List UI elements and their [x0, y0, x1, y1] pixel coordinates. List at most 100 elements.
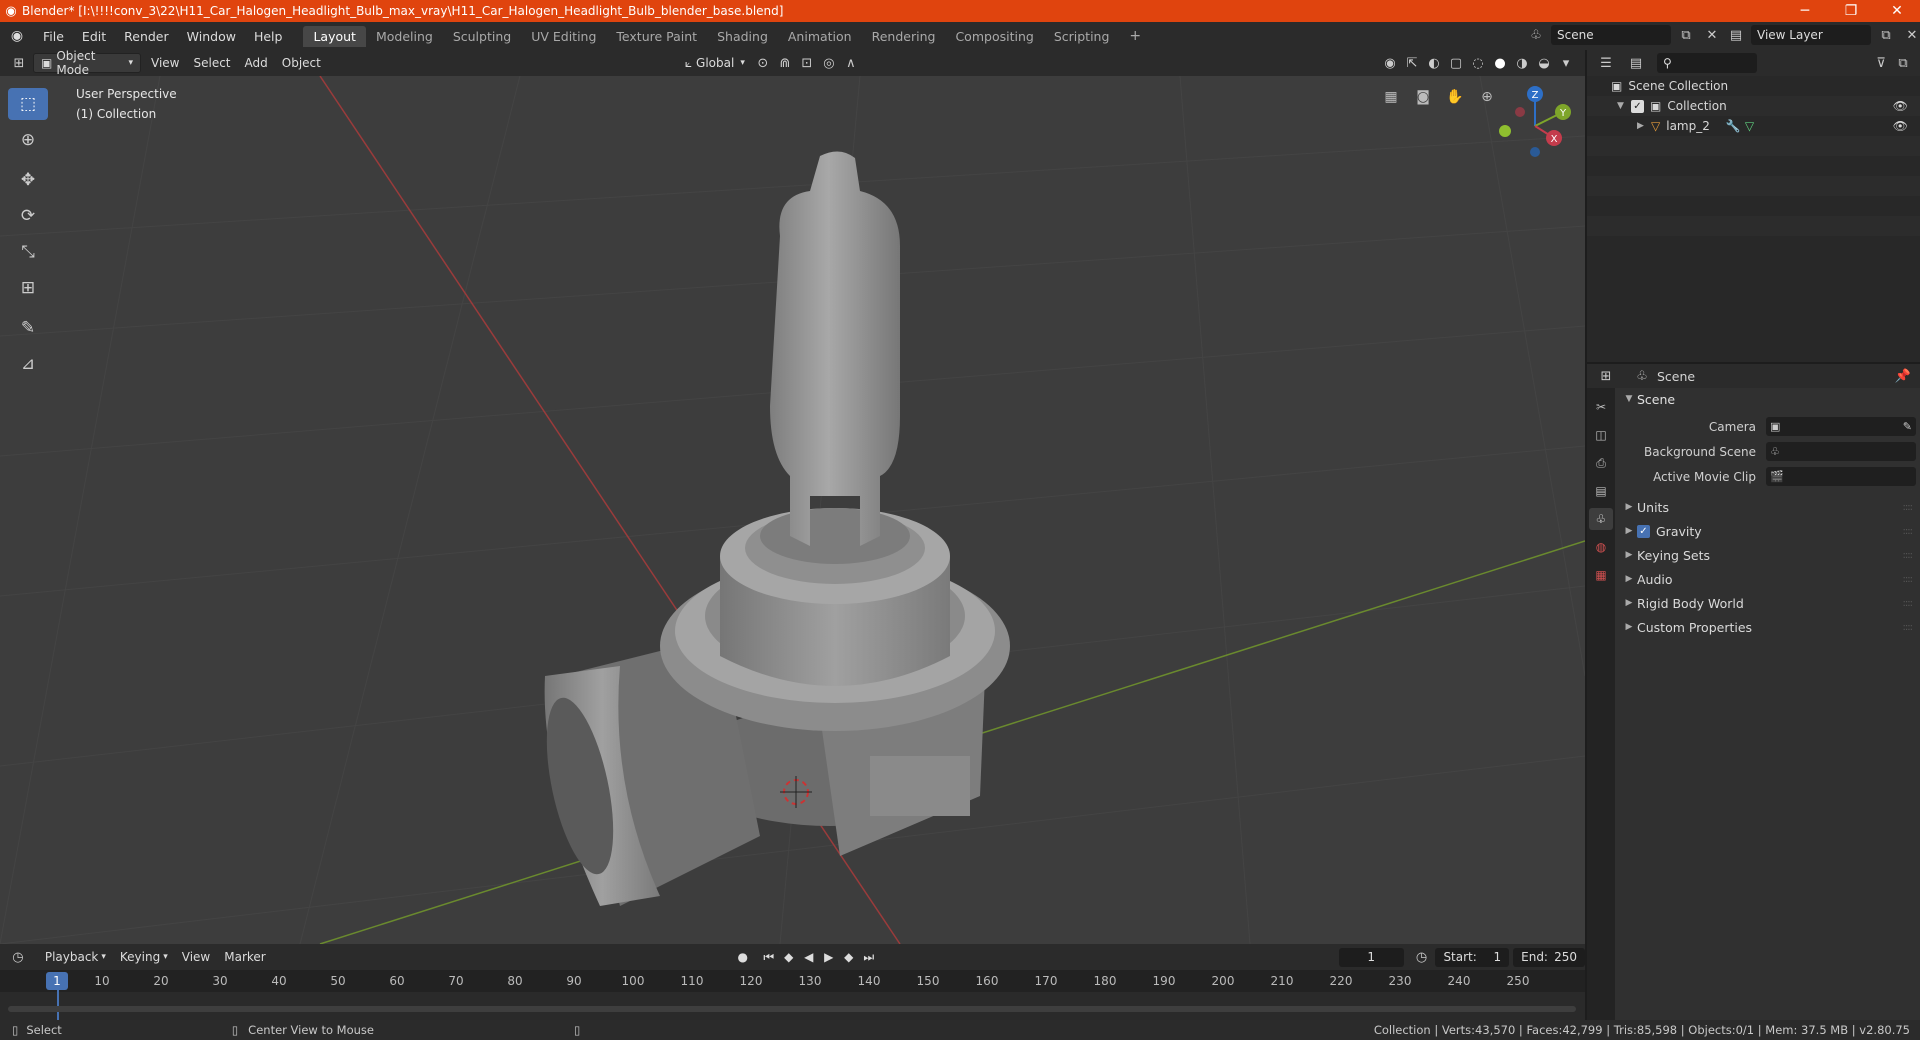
new-scene-icon[interactable]: ⧉ [1675, 25, 1697, 45]
world-props-tab-icon[interactable]: ◍ [1589, 536, 1613, 558]
snap-target-icon[interactable]: ⊡ [796, 53, 818, 73]
menu-add[interactable]: Add [238, 53, 275, 73]
lamp-model[interactable] [534, 151, 1010, 906]
add-workspace-icon[interactable]: + [1119, 25, 1151, 47]
blender-logo-icon[interactable]: ◉ [0, 28, 34, 44]
panel-collapse-icon[interactable]: ▶ [1621, 598, 1637, 608]
preview-range-icon[interactable]: ◷ [1412, 947, 1432, 967]
jump-start-icon[interactable]: ⏮ [759, 950, 779, 965]
timeline[interactable]: 10 20 30 40 50 60 70 80 90 100 110 120 1… [0, 970, 1585, 1020]
camera-field[interactable]: ▣ ✎ [1766, 417, 1916, 436]
xray-toggle-icon[interactable]: ▢ [1445, 53, 1467, 73]
playhead-frame-indicator[interactable]: 1 [46, 972, 68, 990]
panel-collapse-icon[interactable]: ▶ [1621, 526, 1637, 536]
custom-properties-panel[interactable]: ▶ Custom Properties :::: [1621, 615, 1916, 639]
tab-animation[interactable]: Animation [778, 26, 862, 47]
drag-handle-icon[interactable]: :::: [1903, 574, 1914, 585]
visibility-icon[interactable]: ◉ [1379, 53, 1401, 73]
gizmo-toggle-icon[interactable]: ⇱ [1401, 53, 1423, 73]
move-tool-icon[interactable]: ✥ [8, 164, 48, 196]
current-frame-field[interactable]: 1 [1338, 947, 1404, 967]
shading-options-icon[interactable]: ▾ [1555, 53, 1577, 73]
solid-shading-icon[interactable]: ● [1489, 53, 1511, 73]
mode-dropdown[interactable]: ▣ Object Mode ▾ [33, 49, 141, 77]
select-box-tool-icon[interactable]: ⬚ [8, 88, 48, 120]
menu-marker[interactable]: Marker [217, 947, 272, 967]
keying-sets-panel[interactable]: ▶ Keying Sets :::: [1621, 543, 1916, 567]
tab-texture-paint[interactable]: Texture Paint [606, 26, 707, 47]
jump-end-icon[interactable]: ⏭ [859, 950, 879, 965]
panel-collapse-icon[interactable]: ▶ [1621, 574, 1637, 584]
play-reverse-icon[interactable]: ◀ [799, 950, 819, 964]
menu-window[interactable]: Window [178, 29, 245, 44]
end-frame-field[interactable]: End: 250 [1513, 947, 1585, 967]
rigid-body-world-panel[interactable]: ▶ Rigid Body World :::: [1621, 591, 1916, 615]
camera-view-icon[interactable]: ◙ [1410, 84, 1436, 110]
overlay-toggle-icon[interactable]: ◐ [1423, 53, 1445, 73]
scene-name-field[interactable]: Scene [1551, 25, 1671, 45]
delete-scene-icon[interactable]: ✕ [1701, 25, 1723, 45]
menu-help[interactable]: Help [245, 29, 292, 44]
playhead-line[interactable] [57, 990, 59, 1020]
expand-arrow-icon[interactable]: ▼ [1617, 101, 1631, 111]
output-props-tab-icon[interactable]: ⎙ [1589, 452, 1613, 474]
drag-handle-icon[interactable]: :::: [1903, 622, 1914, 633]
material-shading-icon[interactable]: ◑ [1511, 53, 1533, 73]
prev-keyframe-icon[interactable]: ◆ [779, 950, 799, 964]
tab-layout[interactable]: Layout [303, 25, 366, 47]
menu-timeline-view[interactable]: View [175, 947, 217, 967]
scene-props-tab-icon[interactable]: ♧ [1589, 508, 1613, 530]
texture-props-tab-icon[interactable]: ▦ [1589, 564, 1613, 586]
grid-view-icon[interactable]: ▦ [1378, 84, 1404, 110]
menu-object[interactable]: Object [275, 53, 328, 73]
rendered-shading-icon[interactable]: ◒ [1533, 53, 1555, 73]
movie-clip-field[interactable]: 🎬 [1766, 467, 1916, 486]
tool-props-tab-icon[interactable]: ✂ [1589, 396, 1613, 418]
start-frame-field[interactable]: Start: 1 [1435, 947, 1510, 967]
timeline-editor-type-icon[interactable]: ◷ [8, 947, 28, 967]
menu-render[interactable]: Render [115, 29, 178, 44]
eye-icon[interactable]: 👁 [1893, 119, 1908, 133]
menu-select[interactable]: Select [186, 53, 237, 73]
outliner-search-input[interactable]: ⚲ [1657, 53, 1757, 73]
tab-uv-editing[interactable]: UV Editing [521, 26, 606, 47]
units-panel[interactable]: ▶ Units :::: [1621, 495, 1916, 519]
menu-file[interactable]: File [34, 29, 73, 44]
eye-icon[interactable]: 👁 [1893, 99, 1908, 113]
rotate-tool-icon[interactable]: ⟳ [8, 200, 48, 232]
view-layer-icon[interactable]: ▤ [1725, 25, 1747, 45]
menu-keying[interactable]: Keying ▾ [113, 947, 175, 967]
pin-icon[interactable]: 📌 [1892, 366, 1914, 386]
gravity-checkbox[interactable]: ✓ [1637, 524, 1650, 538]
next-keyframe-icon[interactable]: ◆ [839, 950, 859, 964]
timeline-ruler[interactable]: 10 20 30 40 50 60 70 80 90 100 110 120 1… [0, 970, 1585, 992]
falloff-icon[interactable]: ∧ [840, 53, 862, 73]
proportional-edit-icon[interactable]: ◎ [818, 53, 840, 73]
timeline-scrollbar[interactable] [8, 1006, 1576, 1012]
new-view-layer-icon[interactable]: ⧉ [1875, 25, 1897, 45]
cursor-tool-icon[interactable]: ⊕ [8, 124, 48, 156]
menu-playback[interactable]: Playback ▾ [38, 947, 113, 967]
menu-edit[interactable]: Edit [73, 29, 115, 44]
scene-panel-header[interactable]: ▼ Scene [1621, 388, 1916, 410]
panel-collapse-icon[interactable]: ▶ [1621, 502, 1637, 512]
navigation-gizmo[interactable]: Z Y X [1490, 76, 1580, 166]
panel-expand-icon[interactable]: ▼ [1621, 394, 1637, 404]
eyedropper-icon[interactable]: ✎ [1903, 420, 1912, 433]
scale-tool-icon[interactable]: ⤡ [8, 236, 48, 268]
drag-handle-icon[interactable]: :::: [1903, 550, 1914, 561]
collection-checkbox[interactable]: ✓ [1631, 99, 1644, 113]
transform-orientation-dropdown[interactable]: ⟀ Global ▾ [678, 53, 752, 73]
drag-handle-icon[interactable]: :::: [1903, 598, 1914, 609]
outliner-row-scene-collection[interactable]: ▣ Scene Collection [1587, 76, 1920, 96]
panel-collapse-icon[interactable]: ▶ [1621, 550, 1637, 560]
background-scene-field[interactable]: ♧ [1766, 442, 1916, 461]
gizmo-neg-y-axis[interactable] [1499, 125, 1511, 137]
gizmo-neg-x-axis[interactable] [1515, 107, 1525, 117]
drag-handle-icon[interactable]: :::: [1903, 502, 1914, 513]
record-icon[interactable]: ● [733, 950, 753, 964]
render-props-tab-icon[interactable]: ◫ [1589, 424, 1613, 446]
gravity-panel[interactable]: ▶ ✓ Gravity :::: [1621, 519, 1916, 543]
outliner-row-object[interactable]: ▶ ▽ lamp_2 🔧 ▽ 👁 [1587, 116, 1920, 136]
measure-tool-icon[interactable]: ⊿ [8, 348, 48, 380]
